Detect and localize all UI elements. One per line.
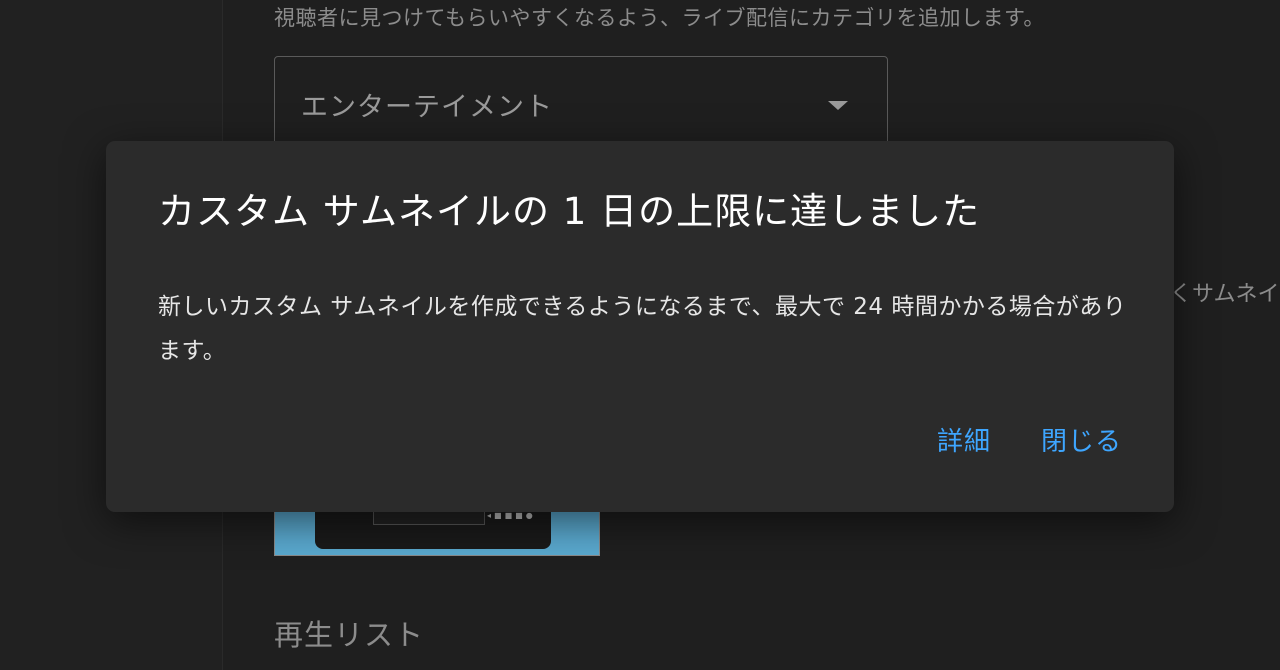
category-help-text: 視聴者に見つけてもらいやすくなるよう、ライブ配信にカテゴリを追加します。 <box>274 6 1045 30</box>
dialog-title: カスタム サムネイルの 1 日の上限に達しました <box>158 190 981 233</box>
category-select[interactable]: エンターテイメント <box>274 56 888 152</box>
thumbnail-device-buttons: ◂■■■● <box>487 511 536 520</box>
dialog-actions: 詳細 閉じる <box>937 421 1122 458</box>
playlist-label: 再生リスト <box>274 618 425 652</box>
close-button[interactable]: 閉じる <box>1041 421 1122 458</box>
thumbnail-limit-dialog: カスタム サムネイルの 1 日の上限に達しました 新しいカスタム サムネイルを作… <box>106 141 1174 512</box>
dropdown-arrow-icon <box>828 101 848 110</box>
studio-page: 視聴者に見つけてもらいやすくなるよう、ライブ配信にカテゴリを追加します。 エンタ… <box>0 0 1280 670</box>
category-select-value: エンターテイメント <box>301 92 553 123</box>
dialog-message: 新しいカスタム サムネイルを作成できるようになるまで、最大で 24 時間かかる場… <box>158 294 1127 364</box>
details-button[interactable]: 詳細 <box>937 421 991 458</box>
thumbnail-side-text: くサムネイ <box>1170 282 1280 307</box>
